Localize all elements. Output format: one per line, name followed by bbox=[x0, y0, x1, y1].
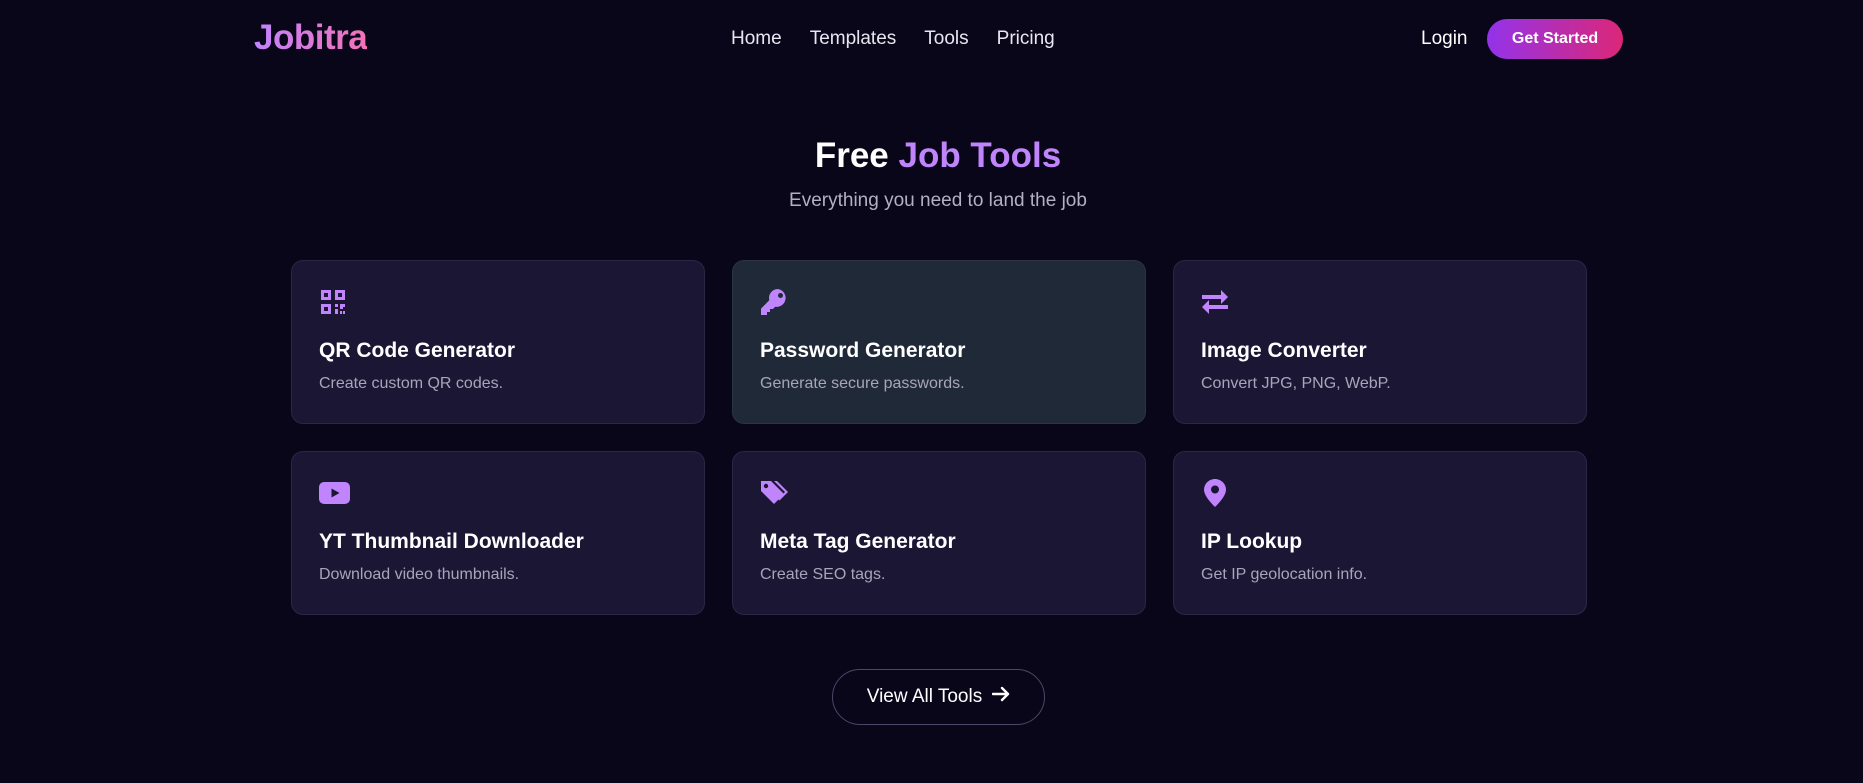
get-started-button[interactable]: Get Started bbox=[1487, 19, 1623, 59]
tool-title: QR Code Generator bbox=[319, 339, 516, 362]
page-subtitle: Everything you need to land the job bbox=[789, 190, 1087, 211]
tool-description: Create SEO tags. bbox=[760, 566, 886, 583]
nav-link-tools[interactable]: Tools bbox=[924, 28, 968, 50]
tool-card-image-converter[interactable]: Image Converter Convert JPG, PNG, WebP. bbox=[1173, 260, 1587, 424]
nav-links: Home Templates Tools Pricing bbox=[731, 28, 1055, 50]
nav-link-templates[interactable]: Templates bbox=[810, 28, 897, 50]
tool-card-yt-thumbnail-downloader[interactable]: YT Thumbnail Downloader Download video t… bbox=[291, 451, 705, 615]
logo[interactable]: Jobitra bbox=[254, 18, 368, 58]
tool-description: Create custom QR codes. bbox=[319, 375, 504, 392]
key-icon bbox=[759, 287, 789, 317]
tool-description: Get IP geolocation info. bbox=[1201, 566, 1368, 583]
tags-icon bbox=[759, 478, 789, 508]
nav-link-home[interactable]: Home bbox=[731, 28, 782, 50]
tool-card-password-generator[interactable]: Password Generator Generate secure passw… bbox=[732, 260, 1146, 424]
tool-card-qr-code-generator[interactable]: QR Code Generator Create custom QR codes… bbox=[291, 260, 705, 424]
tool-description: Download video thumbnails. bbox=[319, 566, 520, 583]
arrows-exchange-icon bbox=[1200, 287, 1230, 317]
view-all-tools-button[interactable]: View All Tools bbox=[832, 669, 1045, 725]
tool-title: Meta Tag Generator bbox=[760, 530, 956, 553]
arrow-right-icon bbox=[992, 686, 1010, 708]
view-all-label: View All Tools bbox=[866, 686, 983, 707]
youtube-icon bbox=[318, 478, 350, 508]
top-nav: Jobitra Home Templates Tools Pricing Log… bbox=[0, 0, 1863, 80]
tool-title: IP Lookup bbox=[1201, 530, 1303, 553]
page-title: Free Job Tools bbox=[0, 136, 1863, 176]
tool-title: Image Converter bbox=[1201, 339, 1367, 362]
tool-title: Password Generator bbox=[760, 339, 966, 362]
nav-link-pricing[interactable]: Pricing bbox=[997, 28, 1055, 50]
title-accent: Job Tools bbox=[898, 136, 1062, 175]
tool-title: YT Thumbnail Downloader bbox=[319, 530, 584, 553]
map-pin-icon bbox=[1200, 478, 1230, 508]
tool-card-ip-lookup[interactable]: IP Lookup Get IP geolocation info. bbox=[1173, 451, 1587, 615]
qr-code-icon bbox=[318, 287, 348, 317]
title-plain: Free bbox=[814, 136, 899, 175]
page: Jobitra Home Templates Tools Pricing Log… bbox=[0, 0, 1863, 783]
tool-description: Generate secure passwords. bbox=[760, 375, 965, 392]
tool-card-meta-tag-generator[interactable]: Meta Tag Generator Create SEO tags. bbox=[732, 451, 1146, 615]
login-link[interactable]: Login bbox=[1421, 28, 1468, 50]
tool-description: Convert JPG, PNG, WebP. bbox=[1201, 375, 1391, 392]
